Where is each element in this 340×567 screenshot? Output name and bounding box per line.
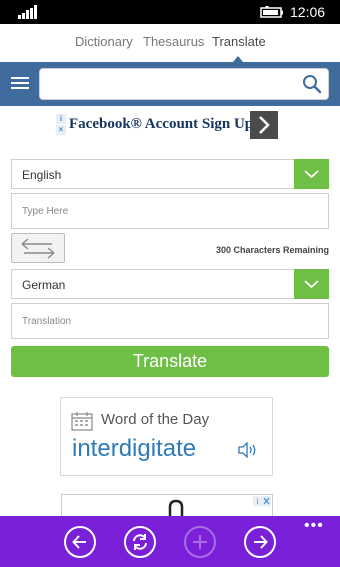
- ad-choices-icon[interactable]: i ×: [56, 114, 66, 136]
- swap-arrows-icon: [21, 238, 55, 259]
- characters-remaining: 300 Characters Remaining: [215, 245, 329, 255]
- search-box: [39, 68, 329, 100]
- tab-thesaurus[interactable]: Thesaurus: [143, 34, 204, 49]
- add-button[interactable]: [184, 526, 216, 558]
- target-language-select[interactable]: German: [11, 269, 329, 299]
- clock: 12:06: [290, 4, 326, 20]
- search-icon[interactable]: [302, 74, 322, 94]
- source-language-select[interactable]: English: [11, 159, 329, 189]
- ad-banner[interactable]: i × Facebook® Account Sign Up: [56, 110, 278, 140]
- back-icon: [72, 535, 86, 549]
- forward-icon: [254, 535, 268, 549]
- swap-languages-button[interactable]: [11, 233, 65, 263]
- pivot-tabs: Dictionary Thesaurus Translate: [0, 24, 340, 62]
- speaker-icon[interactable]: [238, 442, 258, 458]
- battery-icon: [260, 6, 283, 18]
- add-icon: [193, 535, 207, 549]
- search-input[interactable]: [40, 69, 295, 99]
- word-of-the-day-card[interactable]: Word of the Day interdigitate: [60, 397, 273, 476]
- translation-placeholder: Translation: [22, 316, 72, 327]
- word-of-the-day-word[interactable]: interdigitate: [72, 435, 196, 463]
- active-tab-caret-icon: [233, 56, 243, 62]
- bottom-ad[interactable]: i: [61, 494, 273, 521]
- ad-choices-icon[interactable]: i: [253, 496, 271, 506]
- search-header: [0, 62, 340, 106]
- calendar-icon: [71, 412, 93, 431]
- source-language-value: English: [22, 168, 62, 182]
- refresh-button[interactable]: [124, 526, 156, 558]
- target-language-value: German: [22, 278, 66, 292]
- app-bar: •••: [0, 516, 340, 567]
- more-options-icon[interactable]: •••: [304, 518, 324, 534]
- signal-icon: [18, 5, 40, 19]
- back-button[interactable]: [64, 526, 96, 558]
- svg-text:i: i: [257, 497, 259, 506]
- source-text-placeholder: Type Here: [22, 206, 69, 217]
- tab-dictionary[interactable]: Dictionary: [75, 34, 133, 49]
- chevron-down-icon[interactable]: [294, 159, 329, 189]
- chevron-right-icon[interactable]: [250, 111, 278, 139]
- status-bar: 12:06: [0, 0, 340, 24]
- source-text-input[interactable]: Type Here: [11, 193, 329, 229]
- ad-text: Facebook® Account Sign Up: [69, 116, 254, 132]
- hamburger-menu-icon[interactable]: [9, 74, 31, 94]
- screen: 12:06 Dictionary Thesaurus Translate i × …: [0, 0, 340, 567]
- word-of-the-day-title: Word of the Day: [101, 411, 210, 428]
- chevron-down-icon[interactable]: [294, 269, 329, 299]
- refresh-icon: [133, 534, 147, 550]
- translation-output[interactable]: Translation: [11, 303, 329, 339]
- tab-translate[interactable]: Translate: [212, 34, 266, 49]
- translate-button[interactable]: Translate: [11, 346, 329, 377]
- forward-button[interactable]: [244, 526, 276, 558]
